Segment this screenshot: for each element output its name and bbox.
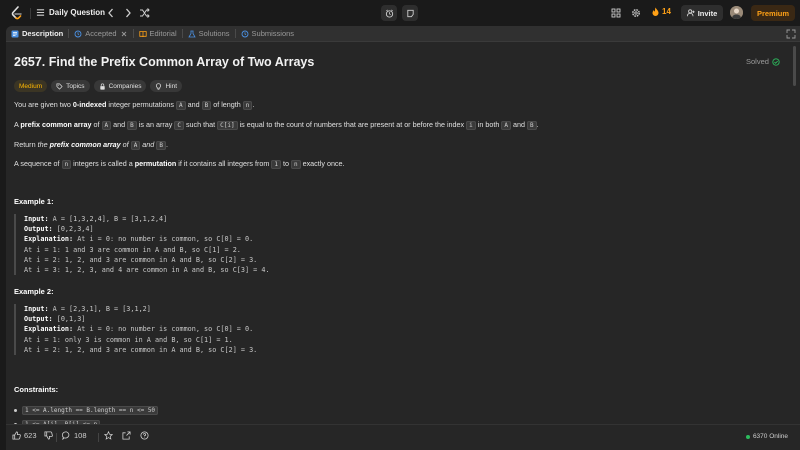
thumbs-up-icon <box>12 431 21 440</box>
note-icon <box>406 9 414 17</box>
gear-icon[interactable] <box>631 8 641 18</box>
question-circle-icon <box>140 431 149 440</box>
check-circle-icon <box>772 57 780 66</box>
problem-tags: Medium Topics Companies Hint <box>14 80 183 92</box>
tab-editorial-label: Editorial <box>149 29 177 38</box>
bullet <box>14 409 17 412</box>
problem-list-icon[interactable] <box>36 8 45 17</box>
flask-icon <box>187 30 196 37</box>
timer-button[interactable] <box>381 5 397 21</box>
history-icon <box>241 30 248 37</box>
online-count: 6370 Online <box>745 433 788 440</box>
example-explanation-line: At i = 3: 1, 2, 3, and 4 are common in A… <box>24 266 270 275</box>
description-icon <box>11 30 19 37</box>
premium-button[interactable]: Premium <box>751 5 795 21</box>
tab-solutions-label: Solutions <box>198 29 230 38</box>
example-explanation-line: At i = 1: only 3 is common in A and B, s… <box>24 335 233 344</box>
fire-icon <box>652 7 659 16</box>
solved-label: Solved <box>746 57 769 66</box>
dislike-button[interactable] <box>44 431 53 440</box>
description-paragraph-3: Return the prefix common array of A and … <box>14 140 168 150</box>
scrollbar[interactable] <box>793 46 796 86</box>
description-paragraph-4: A sequence of n integers is called a per… <box>14 159 345 169</box>
example-explanation-line: At i = 2: 1, 2, and 3 are common in A an… <box>24 255 258 264</box>
tab-solutions[interactable]: Solutions <box>183 26 235 42</box>
comments-button[interactable]: 108 <box>62 431 87 440</box>
like-count: 623 <box>24 431 37 440</box>
example-1-block: Input: A = [1,3,2,4], B = [3,1,2,4] Outp… <box>14 214 270 276</box>
problem-title[interactable]: 2657. Find the Prefix Common Array of Tw… <box>14 55 314 69</box>
tab-submissions[interactable]: Submissions <box>236 26 300 42</box>
lightbulb-icon <box>156 82 162 90</box>
tab-description-label: Description <box>22 29 64 38</box>
example-1-title: Example 1: <box>14 197 54 206</box>
layout-grid-icon[interactable] <box>611 8 621 18</box>
leetcode-logo-icon[interactable] <box>10 6 24 20</box>
example-output: Output: [0,1,3] <box>24 315 86 324</box>
history-icon <box>74 30 82 37</box>
difficulty-badge: Medium <box>14 80 48 92</box>
tab-submissions-label: Submissions <box>251 29 295 38</box>
hint-label: Hint <box>165 82 178 90</box>
example-explanation: Explanation: At i = 0: no number is comm… <box>24 235 254 244</box>
streak-counter[interactable]: 14 <box>652 7 671 16</box>
notes-button[interactable] <box>402 5 418 21</box>
tag-icon <box>56 83 63 90</box>
favorite-button[interactable] <box>104 431 113 440</box>
solved-status: Solved <box>746 57 780 66</box>
topics-label: Topics <box>66 82 85 90</box>
shuffle-icon[interactable] <box>139 7 151 19</box>
alarm-clock-icon <box>385 9 393 18</box>
user-photo-icon <box>730 6 743 19</box>
description-panel: Description Accepted Editorial Solutions… <box>6 26 800 450</box>
tab-editorial[interactable]: Editorial <box>134 26 182 42</box>
chevron-right-icon[interactable] <box>123 7 133 19</box>
description-paragraph-1: You are given two 0-indexed integer perm… <box>14 100 255 110</box>
example-input: Input: A = [1,3,2,4], B = [3,1,2,4] <box>24 215 168 223</box>
help-button[interactable] <box>140 431 149 440</box>
companies-label: Companies <box>108 82 142 90</box>
daily-question-title[interactable]: Daily Question <box>49 8 105 17</box>
invite-button[interactable]: Invite <box>681 5 723 21</box>
divider <box>30 8 31 19</box>
example-2-title: Example 2: <box>14 287 54 296</box>
comment-count: 108 <box>74 431 87 440</box>
hint-tag[interactable]: Hint <box>150 80 183 92</box>
comment-icon <box>62 431 70 440</box>
share-button[interactable] <box>122 431 131 440</box>
example-output: Output: [0,2,3,4] <box>24 225 94 234</box>
companies-tag[interactable]: Companies <box>93 80 147 92</box>
invite-label: Invite <box>697 8 718 18</box>
constraint-item: 1 <= A.length == B.length == n <= 50 <box>22 405 159 416</box>
tab-accepted-label: Accepted <box>85 29 117 38</box>
example-explanation: Explanation: At i = 0: no number is comm… <box>24 325 254 334</box>
example-explanation-line: At i = 2: 1, 2, and 3 are common in A an… <box>24 345 258 354</box>
tab-accepted[interactable]: Accepted <box>69 26 132 42</box>
panel-tabs: Description Accepted Editorial Solutions… <box>6 26 800 42</box>
divider <box>98 433 99 442</box>
like-button[interactable]: 623 <box>12 431 37 440</box>
constraints-title: Constraints: <box>14 385 59 394</box>
description-paragraph-2: A prefix common array of A and B is an a… <box>14 120 539 130</box>
streak-count: 14 <box>662 7 671 16</box>
star-icon <box>104 431 113 440</box>
example-input: Input: A = [2,3,1], B = [3,1,2] <box>24 305 151 313</box>
example-explanation-line: At i = 1: 1 and 3 are common in A and B,… <box>24 245 241 254</box>
share-icon <box>122 431 131 440</box>
thumbs-down-icon <box>44 431 53 440</box>
chevron-left-icon[interactable] <box>106 7 116 19</box>
book-icon <box>138 30 147 37</box>
avatar[interactable] <box>730 6 743 19</box>
tab-description[interactable]: Description <box>6 26 68 42</box>
divider <box>56 433 57 442</box>
example-2-block: Input: A = [2,3,1], B = [3,1,2] Output: … <box>14 304 258 356</box>
lock-icon <box>99 83 105 90</box>
topics-tag[interactable]: Topics <box>51 80 90 92</box>
maximize-icon[interactable] <box>786 29 796 39</box>
close-icon[interactable] <box>120 30 128 38</box>
top-navbar: Daily Question 14 Invite Premium <box>0 0 800 26</box>
online-dot-icon <box>745 434 750 439</box>
add-user-icon <box>686 9 695 17</box>
bottom-action-bar: 623 108 6370 Online <box>6 424 800 450</box>
